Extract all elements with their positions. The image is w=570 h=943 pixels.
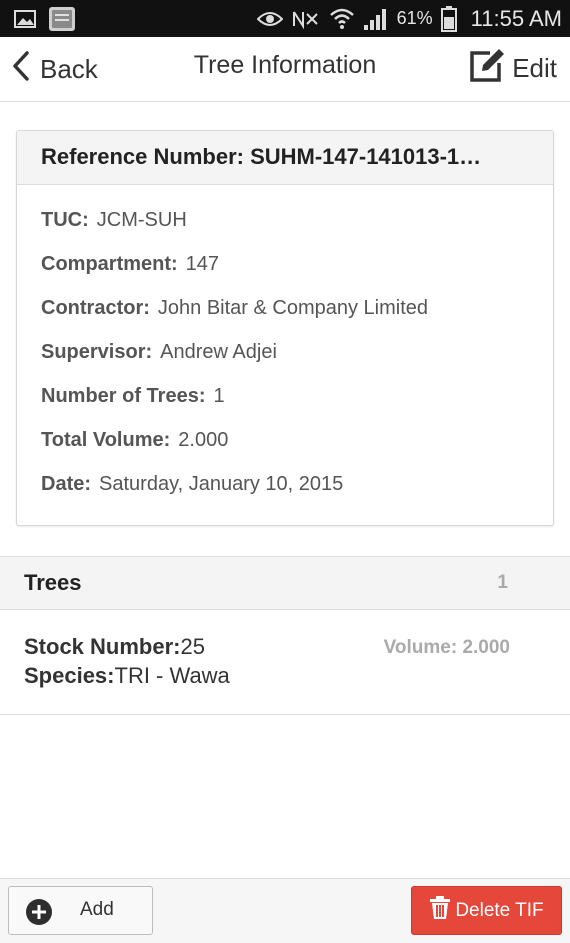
- info-value: John Bitar & Company Limited: [157, 297, 429, 319]
- tree-count-badge: 1: [497, 572, 508, 593]
- battery-percent: 61%: [396, 8, 433, 28]
- info-row-tuc: TUC: JCM-SUH: [41, 207, 529, 251]
- info-row-compartment: Compartment: 147: [41, 251, 529, 295]
- edit-button[interactable]: Edit: [468, 47, 557, 90]
- back-label: Back: [40, 53, 98, 84]
- info-label: Date:: [41, 473, 92, 495]
- info-row-date: Date: Saturday, January 10, 2015: [41, 471, 529, 515]
- stock-number: Stock Number:25: [24, 634, 205, 659]
- status-bar: 61% 11:55 AM: [0, 0, 570, 37]
- list-item[interactable]: Stock Number:25 Species:TRI - Wawa Volum…: [0, 610, 570, 715]
- trees-section-header: Trees 1: [0, 556, 570, 610]
- back-button[interactable]: Back: [12, 50, 98, 88]
- tree-volume: Volume: 2.000: [383, 637, 510, 658]
- info-value: JCM-SUH: [96, 209, 187, 231]
- info-value: Andrew Adjei: [160, 341, 277, 363]
- bottom-toolbar: Add Delete TIF: [0, 878, 570, 943]
- info-row-total-volume: Total Volume: 2.000: [41, 427, 529, 471]
- section-title: Trees: [24, 570, 82, 595]
- battery-icon: [440, 5, 457, 32]
- delete-label: Delete TIF: [455, 899, 544, 921]
- wifi-icon: [329, 7, 355, 31]
- edit-icon: [468, 47, 506, 90]
- info-row-contractor: Contractor: John Bitar & Company Limited: [41, 295, 529, 339]
- reference-number: Reference Number: SUHM-147-141013-1…: [17, 131, 553, 185]
- clock: 11:55 AM: [470, 5, 562, 31]
- bible-app-icon: [48, 6, 76, 32]
- add-label: Add: [80, 899, 114, 920]
- info-value: 2.000: [178, 429, 229, 451]
- gallery-icon: [14, 9, 36, 29]
- info-label: Number of Trees:: [41, 385, 206, 407]
- info-label: Total Volume:: [41, 429, 171, 451]
- info-label: TUC:: [41, 209, 89, 231]
- signal-icon: [363, 7, 389, 31]
- edit-label: Edit: [512, 52, 557, 83]
- plus-circle-icon: [25, 898, 53, 931]
- species: Species:TRI - Wawa: [24, 663, 230, 688]
- info-row-supervisor: Supervisor: Andrew Adjei: [41, 339, 529, 383]
- info-value: Saturday, January 10, 2015: [99, 473, 344, 495]
- chevron-left-icon: [12, 50, 30, 88]
- info-label: Supervisor:: [41, 341, 153, 363]
- navigation-bar: Back Tree Information Edit: [0, 37, 570, 102]
- info-value: 1: [213, 385, 225, 407]
- trash-icon: [429, 896, 451, 925]
- add-button[interactable]: Add: [8, 886, 153, 935]
- info-label: Compartment:: [41, 253, 178, 275]
- mute-nfc-icon: [291, 8, 321, 30]
- info-label: Contractor:: [41, 297, 150, 319]
- info-value: 147: [185, 253, 220, 275]
- eye-icon: [256, 10, 283, 28]
- delete-tif-button[interactable]: Delete TIF: [411, 886, 562, 935]
- tree-info-card: Reference Number: SUHM-147-141013-1… TUC…: [16, 130, 554, 526]
- info-row-number-of-trees: Number of Trees: 1: [41, 383, 529, 427]
